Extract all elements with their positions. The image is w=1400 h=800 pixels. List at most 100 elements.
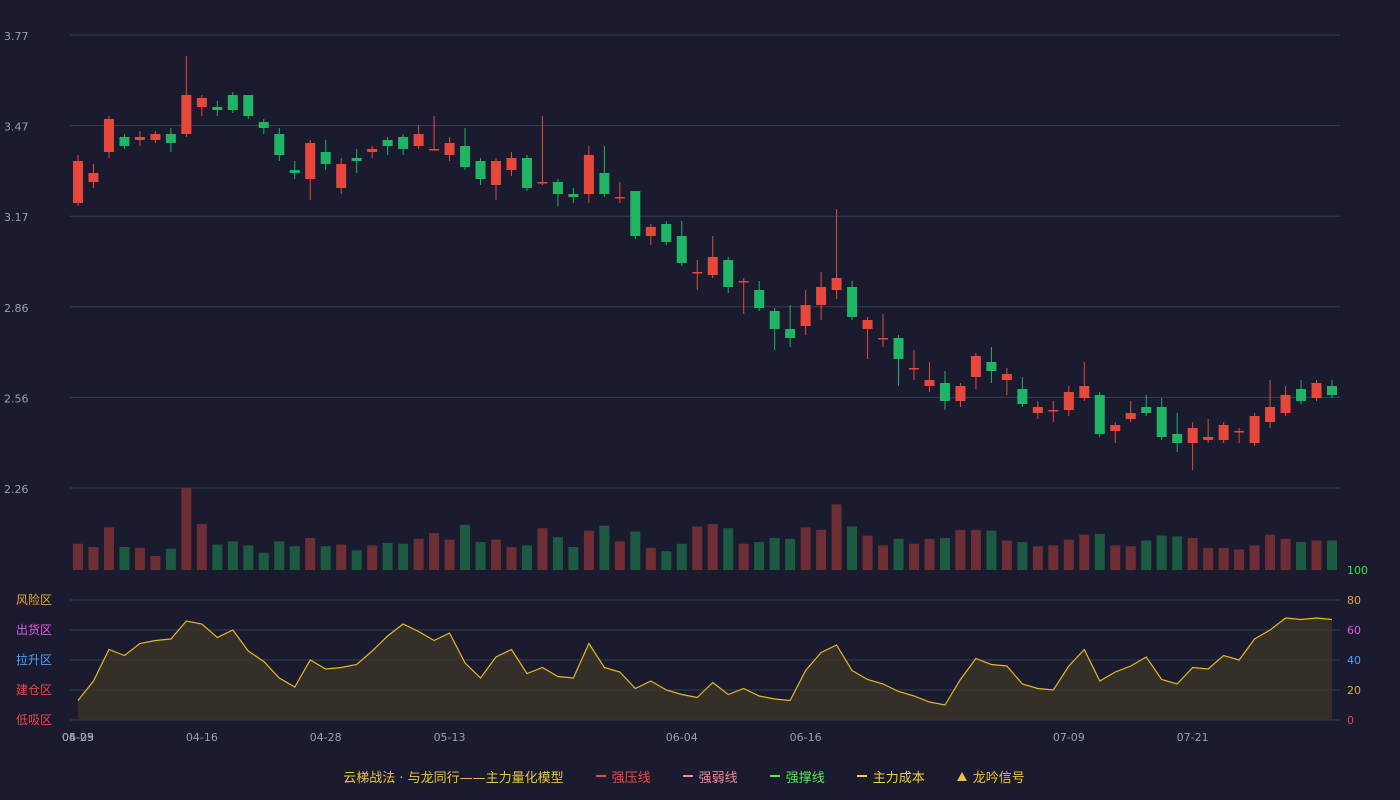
zone-label: 低吸区 bbox=[16, 713, 52, 727]
price-tick-label: 2.56 bbox=[4, 392, 29, 405]
candle-body bbox=[893, 338, 904, 359]
legend-item-support[interactable]: 强撑线 bbox=[769, 767, 825, 786]
volume-bar bbox=[645, 547, 656, 570]
candle-body bbox=[1048, 410, 1059, 412]
volume-bar bbox=[831, 504, 842, 570]
volume-bar bbox=[1187, 538, 1198, 570]
candle-body bbox=[645, 227, 656, 236]
volume-bar bbox=[212, 544, 223, 570]
candle-body bbox=[1203, 437, 1214, 440]
candle-body bbox=[816, 287, 827, 305]
legend-label: 强弱线 bbox=[698, 770, 738, 786]
candle-body bbox=[1094, 395, 1105, 434]
candle-body bbox=[862, 320, 873, 329]
candle-body bbox=[1063, 392, 1074, 410]
price-gridlines bbox=[70, 34, 1340, 489]
candle-body bbox=[614, 197, 625, 199]
candle-body bbox=[444, 143, 455, 155]
strength-dash-icon bbox=[682, 775, 693, 777]
price-tick-label: 2.26 bbox=[4, 483, 29, 496]
volume-bar bbox=[816, 529, 827, 570]
volume-bar bbox=[707, 524, 718, 570]
volume-bar bbox=[1203, 547, 1214, 570]
volume-bar bbox=[800, 527, 811, 570]
legend-item-signal[interactable]: 龙吟信号 bbox=[956, 767, 1025, 786]
candle-body bbox=[165, 134, 176, 143]
volume-bar bbox=[134, 547, 145, 570]
oscillator-y-axis: 100 80 60 40 20 0 bbox=[1347, 564, 1368, 727]
volume-bar bbox=[630, 531, 641, 570]
candle-body bbox=[1017, 389, 1028, 404]
candle-body bbox=[289, 170, 300, 173]
zone-label: 风险区 bbox=[16, 592, 52, 607]
price-tick-label: 3.47 bbox=[4, 121, 29, 134]
candle-body bbox=[227, 95, 238, 110]
volume-bar bbox=[227, 541, 238, 570]
candle-body bbox=[475, 161, 486, 179]
candle-body bbox=[1110, 425, 1121, 431]
candle-body bbox=[1265, 407, 1276, 422]
volume-bar bbox=[382, 542, 393, 570]
legend-item-strength[interactable]: 强弱线 bbox=[682, 767, 738, 786]
candle-body bbox=[924, 380, 935, 386]
volume-bars bbox=[73, 488, 1337, 570]
candle-body bbox=[878, 338, 889, 340]
legend-item-cost[interactable]: 主力成本 bbox=[856, 767, 925, 786]
volume-bar bbox=[196, 524, 207, 570]
volume-bar bbox=[1094, 533, 1105, 570]
oscillator-tick-label: 60 bbox=[1347, 624, 1361, 637]
volume-bar bbox=[429, 533, 440, 570]
volume-bar bbox=[1079, 534, 1090, 570]
volume-bar bbox=[506, 547, 517, 570]
candle-body bbox=[1141, 407, 1152, 413]
volume-bar bbox=[491, 539, 501, 570]
candle-body bbox=[847, 287, 858, 317]
oscillator-tick-label: 100 bbox=[1347, 564, 1368, 577]
volume-bar bbox=[367, 545, 378, 570]
candle-body bbox=[1156, 407, 1167, 437]
volume-bar bbox=[970, 529, 981, 570]
legend-item-resistance[interactable]: 强压线 bbox=[595, 767, 651, 786]
candle-body bbox=[73, 161, 83, 203]
volume-bar bbox=[583, 530, 594, 570]
date-tick-label: 07-21 bbox=[1177, 731, 1209, 744]
volume-bar bbox=[552, 537, 563, 570]
zone-label: 拉升区 bbox=[16, 652, 52, 667]
candle-body bbox=[521, 158, 532, 188]
volume-bar bbox=[475, 542, 486, 570]
volume-bar bbox=[1017, 542, 1028, 570]
candle-body bbox=[707, 257, 718, 275]
volume-bar bbox=[1001, 540, 1012, 570]
volume-bar bbox=[939, 538, 950, 570]
candle-body bbox=[599, 173, 610, 194]
candle-body bbox=[336, 164, 347, 188]
candlestick-series bbox=[73, 56, 1337, 470]
candle-body bbox=[986, 362, 997, 371]
support-line-icon bbox=[769, 775, 780, 777]
price-tick-label: 3.17 bbox=[4, 211, 29, 224]
volume-bar bbox=[723, 528, 734, 570]
legend-label: 龙吟信号 bbox=[972, 770, 1025, 786]
volume-bar bbox=[258, 552, 269, 570]
candle-body bbox=[88, 173, 99, 182]
volume-bar bbox=[336, 544, 347, 570]
candle-body bbox=[1125, 413, 1136, 419]
volume-bar bbox=[165, 548, 176, 570]
chart-canvas: 3.77 3.47 3.17 2.86 2.56 2.26 100 80 60 40 20 0 风险… bbox=[4, 30, 1368, 744]
candle-body bbox=[583, 155, 594, 194]
volume-bar bbox=[599, 525, 610, 570]
price-tick-label: 2.86 bbox=[4, 302, 29, 315]
zone-label: 出货区 bbox=[16, 622, 52, 637]
date-tick-label: 06-04 bbox=[666, 731, 698, 744]
candle-body bbox=[909, 368, 919, 370]
candle-body bbox=[398, 137, 409, 149]
volume-bar bbox=[88, 547, 99, 570]
price-y-axis: 3.77 3.47 3.17 2.86 2.56 2.26 bbox=[4, 30, 29, 496]
volume-bar bbox=[847, 526, 858, 570]
candle-body bbox=[955, 386, 966, 401]
volume-bar bbox=[1110, 545, 1121, 570]
candle-body bbox=[1280, 395, 1291, 413]
volume-bar bbox=[676, 543, 687, 570]
candle-body bbox=[181, 95, 192, 134]
volume-bar bbox=[444, 539, 455, 570]
